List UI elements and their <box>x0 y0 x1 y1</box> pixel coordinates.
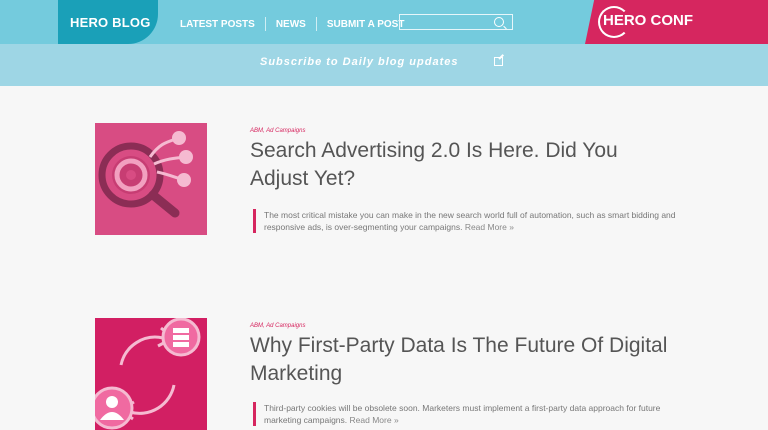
nav-divider <box>315 17 317 31</box>
post-category[interactable]: ABM, Ad Campaigns <box>250 323 305 329</box>
search-box[interactable] <box>399 14 513 32</box>
main-nav: LATEST POSTS NEWS SUBMIT A POST <box>170 17 414 31</box>
search-input[interactable] <box>400 18 504 32</box>
hero-blog-logo[interactable]: HERO BLOG <box>70 15 151 30</box>
gear-magnifier-icon <box>95 123 207 235</box>
post-thumbnail[interactable] <box>95 123 207 235</box>
nav-divider <box>264 17 266 31</box>
search-icon[interactable] <box>494 17 504 27</box>
subscribe-link[interactable]: Subscribe to Daily blog updates <box>260 56 458 68</box>
external-link-icon[interactable] <box>494 57 503 66</box>
excerpt-text: Third-party cookies will be obsolete soo… <box>264 403 661 425</box>
post-category[interactable]: ABM, Ad Campaigns <box>250 128 305 134</box>
read-more-link[interactable]: Read More » <box>465 222 514 232</box>
post-thumbnail[interactable] <box>95 318 207 430</box>
post-title[interactable]: Why First-Party Data Is The Future Of Di… <box>250 332 670 388</box>
post-excerpt: Third-party cookies will be obsolete soo… <box>253 402 684 426</box>
hero-conf-logo[interactable]: HERO CONF <box>603 12 693 29</box>
data-cycle-icon <box>95 318 207 430</box>
nav-news[interactable]: NEWS <box>266 19 316 30</box>
post-title[interactable]: Search Advertising 2.0 Is Here. Did You … <box>250 137 670 193</box>
post-excerpt: The most critical mistake you can make i… <box>253 209 684 233</box>
nav-latest-posts[interactable]: LATEST POSTS <box>170 19 265 30</box>
